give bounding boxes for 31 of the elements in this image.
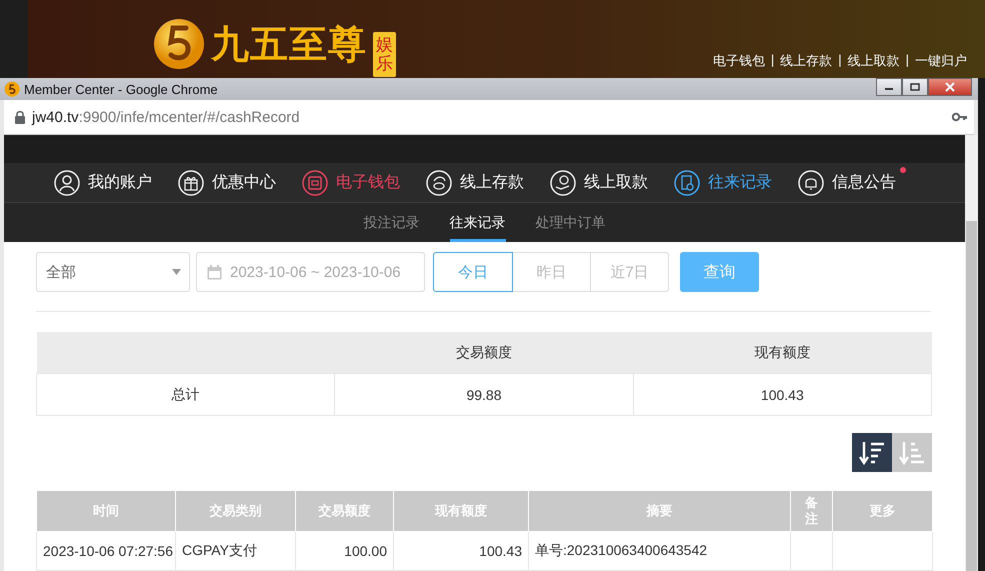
nav-item[interactable]: 往来记录 (674, 170, 772, 196)
table-cell: CGPAY支付 (176, 532, 296, 570)
logo-tag: 娱乐 (373, 32, 396, 78)
sub-tab[interactable]: 投注记录 (364, 203, 420, 242)
nav-item[interactable]: 线上取款 (550, 170, 648, 196)
table-cell: 100.43 (633, 374, 932, 416)
link-separator: | (906, 52, 909, 69)
table-cell: 100.00 (296, 532, 394, 570)
header-link[interactable]: 电子钱包 (712, 52, 765, 70)
type-select[interactable]: 全部 (36, 252, 190, 292)
column-header: 现有额度 (633, 332, 932, 374)
nav-item[interactable]: 电子钱包 (302, 170, 400, 196)
table-cell: 99.88 (334, 374, 634, 416)
table-cell: 总计 (36, 374, 335, 416)
link-separator: | (838, 52, 842, 69)
table-cell: 单号:202310063400643542 (528, 532, 790, 570)
table-cell: 100.43 (394, 532, 528, 570)
sub-tab[interactable]: 处理中订单 (536, 203, 606, 242)
sub-tab[interactable]: 往来记录 (450, 203, 506, 242)
table-cell: 2023-10-06 07:27:56 (36, 532, 176, 570)
nav-item[interactable]: 我的账户 (54, 170, 152, 196)
nav-item[interactable]: 线上存款 (426, 170, 524, 196)
logo-text: 九五至尊 (211, 23, 367, 67)
nav-item[interactable]: 优惠中心 (178, 170, 276, 196)
header-link[interactable]: 一键归户 (915, 52, 967, 70)
header-link[interactable]: 线上取款 (848, 52, 900, 70)
header-link[interactable]: 线上存款 (780, 52, 832, 70)
nav-item[interactable]: 信息公告 (798, 170, 896, 196)
column-header: 交易额度 (334, 332, 634, 374)
window-title: Member Center - Google Chrome (24, 82, 219, 96)
link-separator: | (770, 52, 774, 69)
